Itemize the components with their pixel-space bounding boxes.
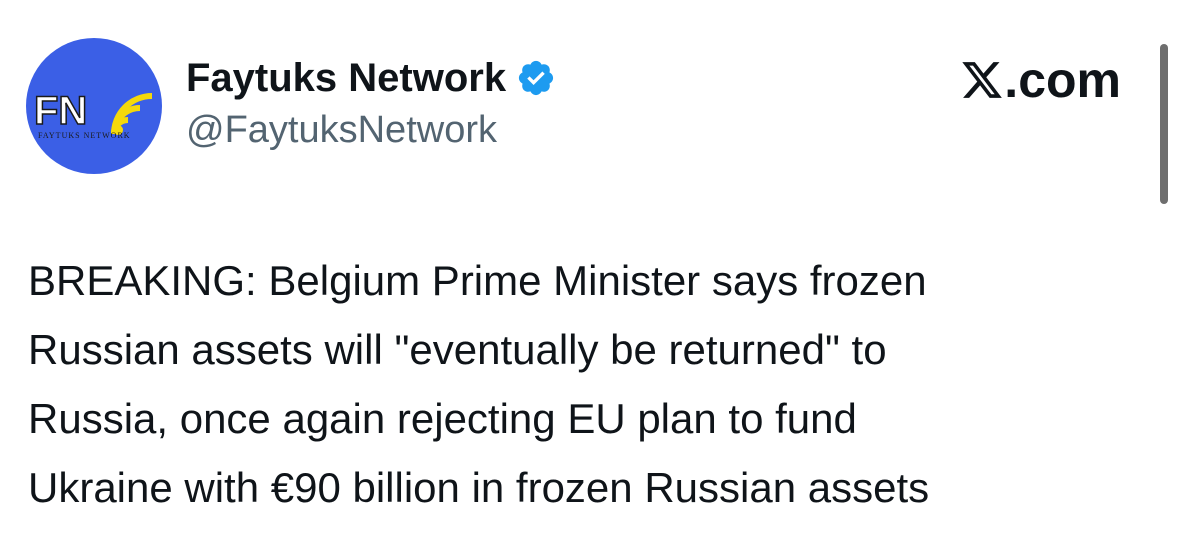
brand-text: .com bbox=[1004, 52, 1121, 108]
display-name[interactable]: Faytuks Network bbox=[186, 52, 506, 104]
logo-tagline: FAYTUKS NETWORK bbox=[38, 131, 131, 140]
tweet-header: FN FAYTUKS NETWORK Faytuks Network @Fayt… bbox=[0, 0, 1179, 200]
tweet-text-line: Russia, once again rejecting EU plan to … bbox=[28, 395, 857, 442]
tweet-text: BREAKING: Belgium Prime Minister says fr… bbox=[28, 246, 1153, 522]
x-logo-icon bbox=[962, 62, 1003, 98]
author-name-row: Faytuks Network bbox=[186, 52, 556, 104]
verified-badge-icon bbox=[519, 60, 554, 96]
tweet-text-line: Ukraine with €90 billion in frozen Russi… bbox=[28, 464, 930, 511]
author-handle[interactable]: @FaytuksNetwork bbox=[186, 106, 497, 154]
avatar[interactable]: FN FAYTUKS NETWORK bbox=[26, 38, 162, 174]
tweet-text-line: BREAKING: Belgium Prime Minister says fr… bbox=[28, 257, 927, 304]
tweet-text-line: Russian assets will "eventually be retur… bbox=[28, 326, 887, 373]
scrollbar-thumb[interactable] bbox=[1160, 44, 1168, 204]
faytuks-network-logo-icon: FN FAYTUKS NETWORK bbox=[33, 88, 153, 140]
logo-text: FN bbox=[34, 89, 87, 133]
x-com-brand: .com bbox=[960, 52, 1121, 108]
